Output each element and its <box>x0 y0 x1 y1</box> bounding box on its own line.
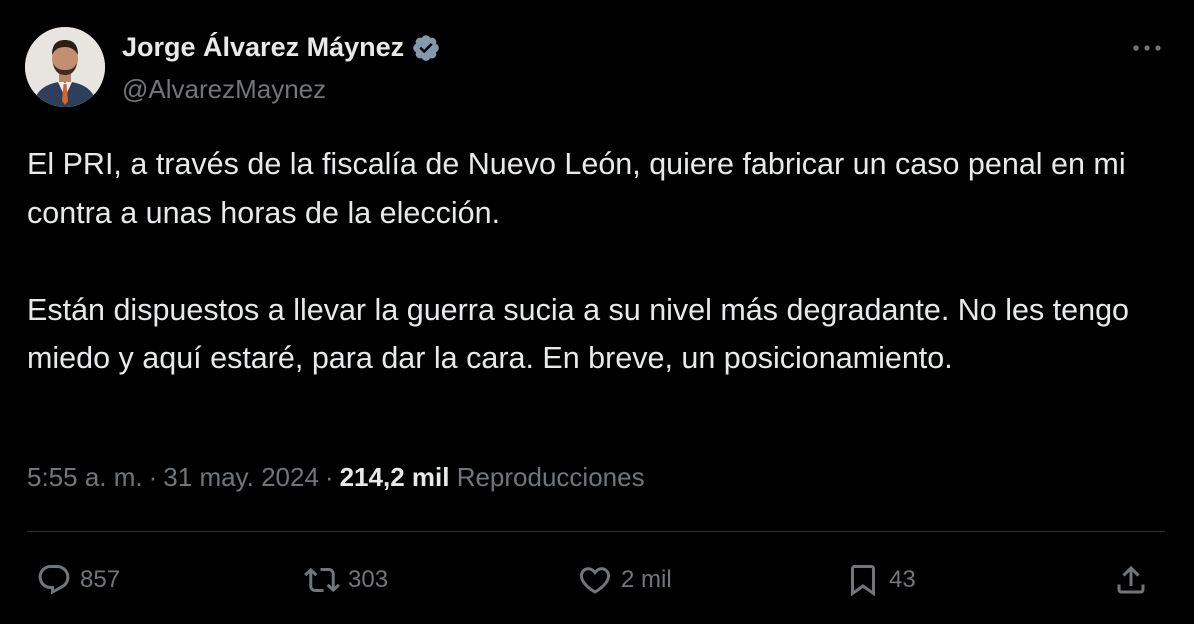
tweet-date[interactable]: 31 may. 2024 <box>163 462 319 492</box>
bookmark-count: 43 <box>889 566 916 593</box>
views-label[interactable]: Reproducciones <box>457 462 645 492</box>
divider <box>27 531 1165 532</box>
more-icon[interactable] <box>1127 30 1167 66</box>
share-icon <box>1117 565 1145 594</box>
verified-badge-icon[interactable] <box>411 33 441 63</box>
meta-separator: · <box>148 462 158 492</box>
bookmark-button[interactable]: 43 <box>845 560 916 600</box>
reply-icon <box>38 565 70 595</box>
views-count[interactable]: 214,2 mil <box>340 462 450 492</box>
tweet-card: Jorge Álvarez Máynez @AlvarezMaynez El P… <box>0 0 1194 624</box>
avatar[interactable] <box>25 27 105 107</box>
share-button[interactable] <box>1113 560 1149 600</box>
author-display-name[interactable]: Jorge Álvarez Máynez <box>122 32 404 63</box>
author-display-name-row[interactable]: Jorge Álvarez Máynez <box>122 32 441 63</box>
repost-icon <box>304 567 340 593</box>
reply-count: 857 <box>80 566 121 593</box>
tweet-paragraph: Están dispuestos a llevar la guerra suci… <box>27 292 1130 376</box>
tweet-paragraph: El PRI, a través de la fiscalía de Nuevo… <box>27 147 1126 230</box>
repost-button[interactable]: 303 <box>304 560 388 600</box>
like-count: 2 mil <box>621 566 672 593</box>
repost-count: 303 <box>348 566 389 593</box>
meta-separator: · <box>324 462 334 492</box>
tweet-text: El PRI, a través de la fiscalía de Nuevo… <box>27 140 1157 383</box>
author-handle[interactable]: @AlvarezMaynez <box>122 74 326 105</box>
bookmark-icon <box>851 565 875 597</box>
reply-button[interactable]: 857 <box>36 560 120 600</box>
like-button[interactable]: 2 mil <box>577 560 672 600</box>
tweet-metadata: 5:55 a. m. · 31 may. 2024 · 214,2 mil Reprod… <box>27 462 645 493</box>
tweet-time[interactable]: 5:55 a. m. <box>27 462 143 492</box>
like-icon <box>579 567 611 594</box>
